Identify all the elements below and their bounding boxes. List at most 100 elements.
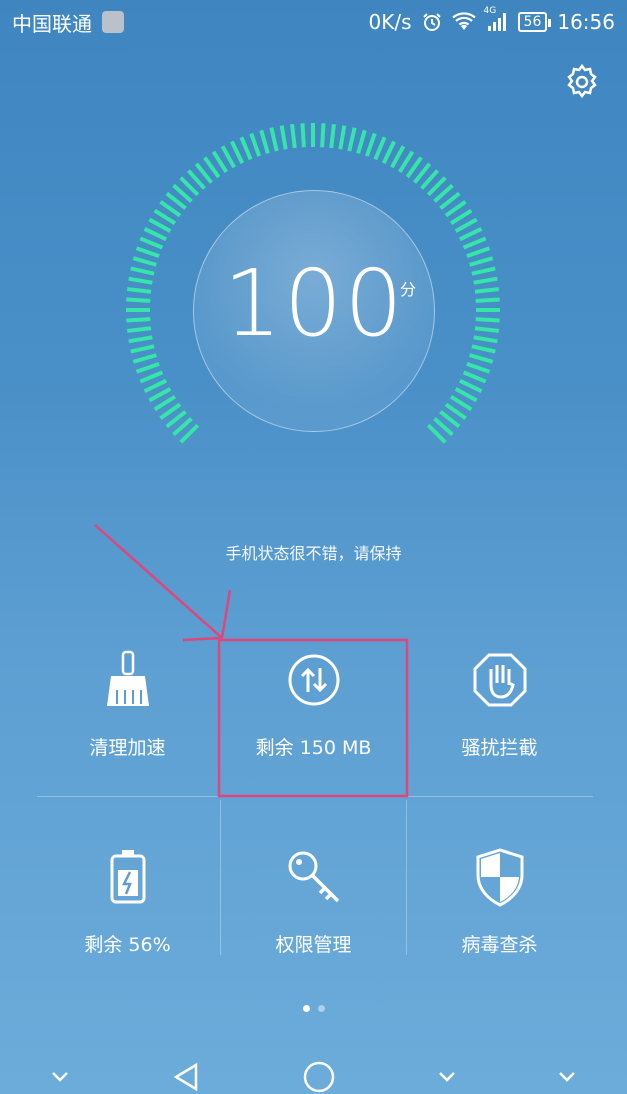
gauge-tick [211, 150, 228, 174]
gauge-tick [449, 208, 473, 225]
gauge-tick [466, 246, 491, 259]
gauge-tick [130, 344, 155, 354]
gauge-tick [462, 370, 487, 384]
menu-down-icon[interactable] [557, 1070, 577, 1084]
status-message: 手机状态很不错，请保持 [225, 544, 402, 563]
status-left: 中国联通 [12, 8, 124, 37]
gauge-tick [139, 236, 164, 250]
gauge-tick [439, 410, 461, 429]
tile-battery-label: 剩余 56% [84, 934, 171, 956]
gauge-tick [320, 123, 326, 148]
tile-battery[interactable]: 剩余 56% [35, 842, 220, 957]
gauge-tick [139, 370, 164, 384]
broom-icon [103, 645, 153, 715]
gauge-tick [420, 169, 440, 190]
tile-data-remaining-label: 剩余 150 MB [255, 737, 372, 759]
gauge-tick [373, 136, 387, 161]
page-dot[interactable] [317, 1005, 325, 1012]
page-indicator [0, 1005, 627, 1012]
gauge-tick [148, 217, 172, 233]
gauge-tick [433, 417, 454, 437]
clock: 16:56 [557, 10, 615, 34]
gauge-tick [143, 227, 168, 242]
grid-divider-horizontal [37, 796, 593, 797]
expand-icon[interactable] [437, 1070, 457, 1084]
gauge-tick [329, 123, 336, 149]
gauge-tick [439, 191, 461, 210]
status-right: 0K/s 4G 56 16:56 [369, 6, 615, 34]
gauge-tick [179, 176, 200, 197]
gauge-tick [128, 335, 153, 344]
gauge-tick [220, 145, 236, 169]
network-type: 4G [483, 6, 497, 16]
gauge-tick [466, 361, 491, 374]
settings-button[interactable] [562, 62, 602, 102]
tile-permissions[interactable]: 权限管理 [221, 842, 406, 957]
back-icon[interactable] [170, 1062, 202, 1092]
gauge-tick [230, 140, 245, 165]
shield-icon [474, 842, 526, 912]
gauge-tick [454, 217, 478, 233]
wifi-icon [451, 12, 476, 32]
gauge-tick [458, 378, 483, 393]
battery-indicator: 56 [517, 12, 552, 32]
gauge-tick [449, 395, 473, 412]
score-value: 100 [223, 250, 405, 357]
tile-data-remaining[interactable]: 剩余 150 MB [221, 645, 406, 760]
gauge-tick [473, 335, 498, 344]
carrier-name: 中国联通 [12, 11, 92, 36]
data-transfer-icon [286, 645, 342, 715]
gauge-tick [203, 156, 221, 179]
gauge-tick [126, 326, 152, 333]
gauge-tick [356, 129, 367, 154]
gauge-tick [398, 150, 415, 174]
gauge-tick [172, 417, 193, 437]
gauge-tick [390, 145, 406, 169]
tile-cleanup[interactable]: 清理加速 [35, 645, 220, 760]
tile-virus-scan[interactable]: 病毒查杀 [407, 842, 592, 957]
tile-virus-scan-label: 病毒查杀 [461, 934, 538, 956]
gauge-tick [165, 191, 187, 210]
gauge-tick [239, 136, 253, 161]
gauge-tick [143, 378, 168, 393]
status-bar: 中国联通 0K/s 4G 56 16:56 [0, 0, 627, 44]
gauge-tick [381, 140, 396, 165]
gauge-tick [347, 127, 357, 152]
gauge-tick [469, 256, 494, 267]
tile-permissions-label: 权限管理 [275, 934, 352, 956]
navigation-bar [0, 1060, 627, 1094]
gauge-tick [179, 423, 200, 444]
gauge-tick [458, 227, 483, 242]
gauge-tick [471, 344, 496, 354]
gauge-tick [469, 353, 494, 364]
gauge-tick [159, 200, 182, 218]
gauge-tick [135, 361, 160, 374]
gear-icon [567, 63, 597, 99]
gauge-tick [405, 156, 423, 179]
gauge-tick [444, 402, 467, 420]
signal-icon: 4G [484, 6, 508, 32]
home-icon[interactable] [302, 1060, 336, 1094]
gauge-tick [130, 266, 155, 276]
gauge-tick [135, 246, 160, 259]
notification-pulldown-icon[interactable] [50, 1070, 70, 1084]
gauge-tick [471, 266, 496, 276]
page-dot[interactable] [302, 1005, 310, 1012]
gauge-tick [300, 123, 306, 148]
gauge-tick [126, 297, 151, 303]
gauge-tick [454, 387, 478, 403]
key-icon [285, 842, 343, 912]
gauge-tick [474, 326, 500, 333]
gauge-tick [433, 183, 454, 203]
gauge-tick [474, 287, 500, 294]
alarm-icon [422, 12, 442, 32]
gauge-tick [259, 129, 270, 154]
gauge-tick [473, 276, 498, 285]
sim-card-icon [102, 11, 124, 33]
gauge-tick [165, 410, 187, 429]
gauge-tick [132, 256, 157, 267]
gauge-tick [128, 276, 153, 285]
gauge-tick [462, 236, 487, 250]
score-unit: 分 [400, 280, 417, 299]
tile-harassment-block[interactable]: 骚扰拦截 [407, 645, 592, 760]
